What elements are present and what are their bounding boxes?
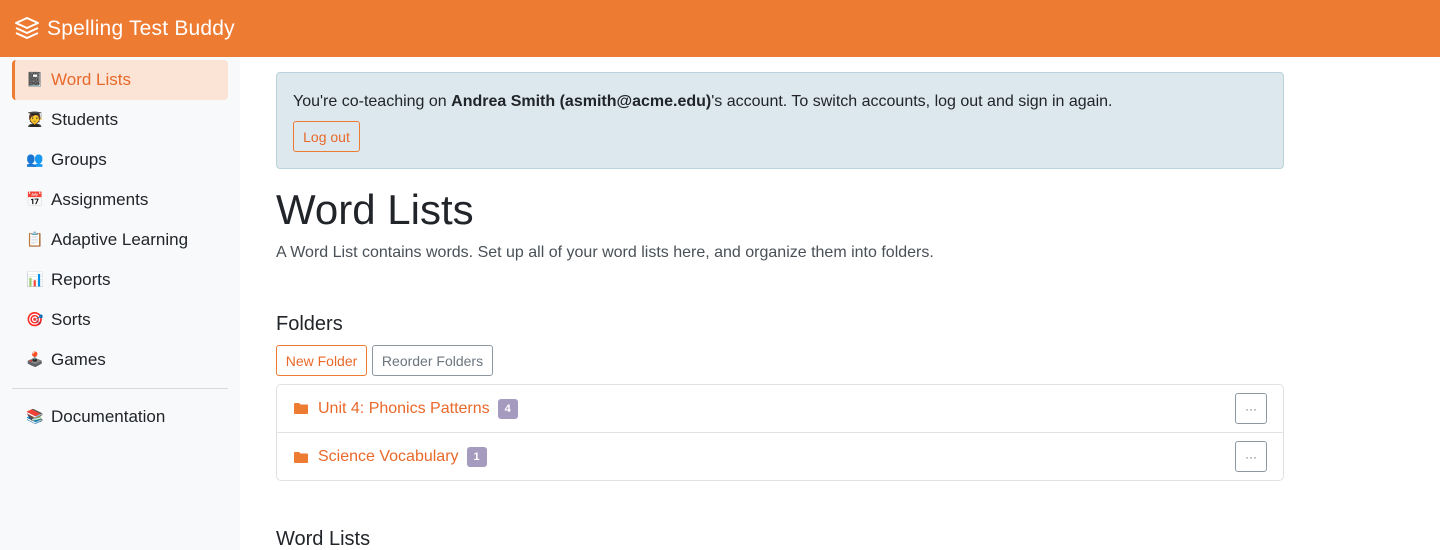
sidebar: 📓 Word Lists 🧑‍🎓 Students 👥 Groups 📅 Ass… [0, 57, 240, 550]
clipboard-icon: 📋 [26, 232, 44, 248]
reorder-folders-button[interactable]: Reorder Folders [372, 345, 493, 376]
top-navbar: Spelling Test Buddy [0, 0, 1440, 57]
alert-message: You're co-teaching on Andrea Smith (asmi… [293, 93, 1112, 111]
word-lists-heading: Word Lists [276, 528, 371, 550]
folders-heading: Folders [276, 313, 343, 335]
folder-count-badge: 1 [466, 447, 487, 467]
folder-list: Unit 4: Phonics Patterns 4 ··· Science V… [276, 384, 1284, 481]
alert-prefix: You're co-teaching on [293, 93, 452, 110]
stack-layers-icon[interactable] [14, 16, 40, 41]
folder-icon [294, 403, 308, 414]
page-description: A Word List contains words. Set up all o… [276, 244, 934, 261]
alert-suffix: 's account. To switch accounts, log out … [711, 93, 1113, 110]
alert-account: Andrea Smith (asmith@acme.edu) [451, 93, 712, 110]
sidebar-divider [12, 388, 228, 389]
joystick-icon: 🕹️ [26, 352, 44, 368]
sidebar-item-label: Documentation [51, 407, 166, 426]
sidebar-item-students[interactable]: 🧑‍🎓 Students [12, 100, 228, 140]
sidebar-item-label: Sorts [51, 310, 91, 329]
new-folder-button[interactable]: New Folder [276, 345, 367, 376]
sidebar-item-label: Groups [51, 150, 107, 169]
sidebar-item-label: Adaptive Learning [51, 230, 189, 249]
folder-link[interactable]: Science Vocabulary [318, 448, 459, 466]
calendar-icon: 📅 [26, 192, 44, 208]
sidebar-item-label: Assignments [51, 190, 149, 209]
folder-more-button[interactable]: ··· [1235, 441, 1267, 472]
folder-icon [294, 451, 308, 463]
sidebar-item-label: Games [51, 350, 106, 369]
notebook-icon: 📓 [26, 72, 44, 88]
page-title: Word Lists [276, 186, 474, 233]
sidebar-item-word-lists[interactable]: 📓 Word Lists [12, 60, 228, 100]
target-icon: 🎯 [26, 312, 44, 328]
logout-button[interactable]: Log out [293, 121, 360, 152]
folder-row: Unit 4: Phonics Patterns 4 ··· [277, 385, 1283, 433]
sidebar-item-label: Students [51, 110, 119, 129]
folder-count-badge: 4 [497, 398, 518, 419]
sidebar-item-reports[interactable]: 📊 Reports [12, 260, 228, 300]
folder-row: Science Vocabulary 1 ··· [277, 433, 1283, 481]
co-teaching-alert: You're co-teaching on Andrea Smith (asmi… [276, 72, 1284, 169]
people-icon: 👥 [26, 152, 44, 168]
sidebar-item-groups[interactable]: 👥 Groups [12, 140, 228, 180]
books-icon: 📚 [26, 409, 44, 425]
sidebar-item-label: Reports [51, 270, 111, 289]
bar-chart-icon: 📊 [26, 272, 44, 288]
student-icon: 🧑‍🎓 [26, 112, 44, 128]
folder-more-button[interactable]: ··· [1235, 393, 1267, 424]
sidebar-item-assignments[interactable]: 📅 Assignments [12, 180, 228, 220]
sidebar-item-documentation[interactable]: 📚 Documentation [12, 397, 228, 437]
sidebar-item-label: Word Lists [51, 70, 131, 89]
folder-link[interactable]: Unit 4: Phonics Patterns [318, 400, 490, 418]
sidebar-item-sorts[interactable]: 🎯 Sorts [12, 300, 228, 340]
brand-name[interactable]: Spelling Test Buddy [47, 17, 235, 41]
sidebar-item-games[interactable]: 🕹️ Games [12, 340, 228, 380]
sidebar-item-adaptive-learning[interactable]: 📋 Adaptive Learning [12, 220, 228, 260]
